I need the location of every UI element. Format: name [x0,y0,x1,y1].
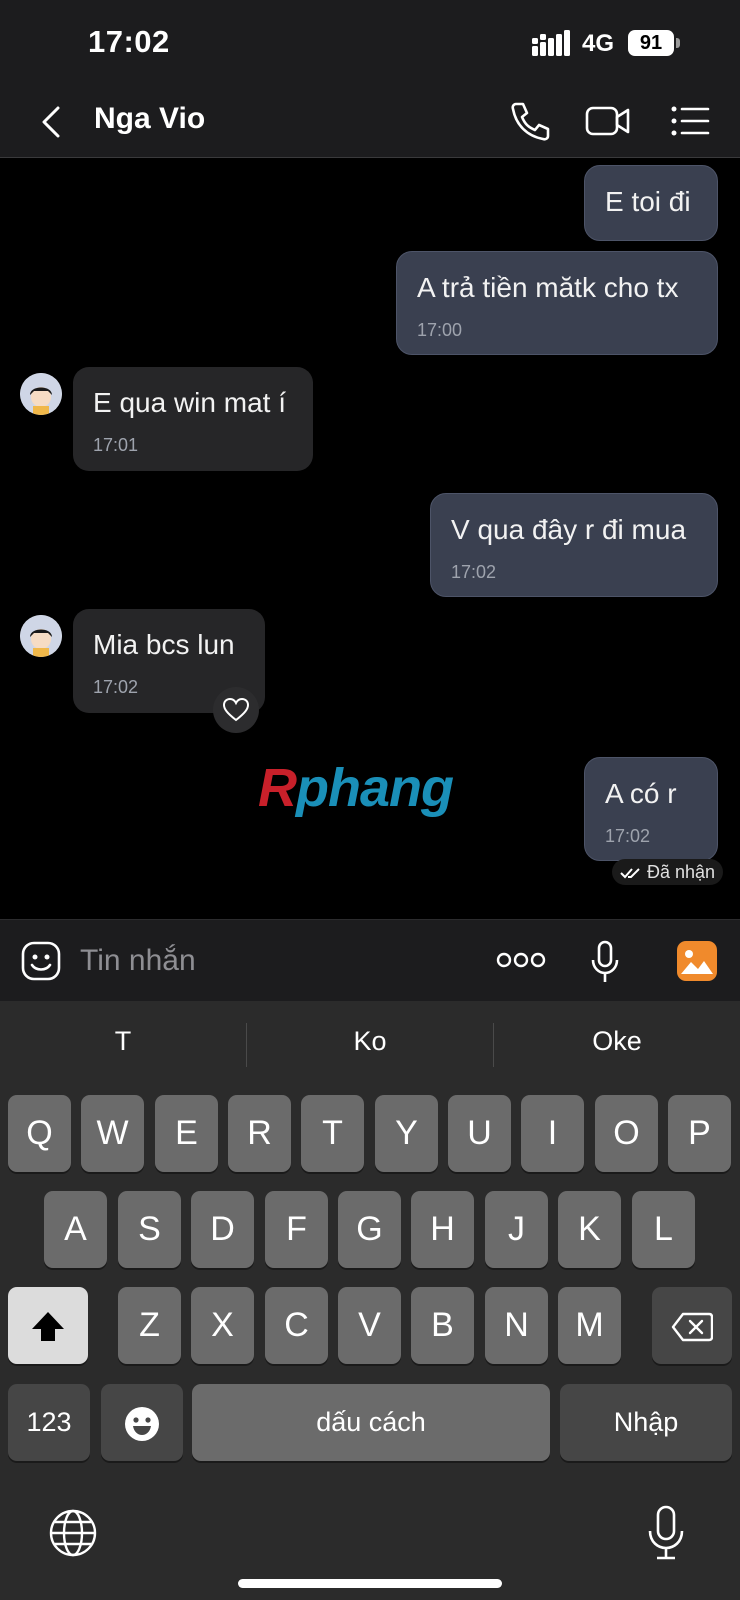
contact-name[interactable]: Nga Vio [94,102,205,136]
key-a[interactable]: A [44,1191,107,1268]
home-indicator[interactable] [238,1579,502,1588]
battery-indicator: 91 [628,30,674,56]
key-h[interactable]: H [411,1191,474,1268]
avatar-icon [20,615,62,657]
chat-area[interactable]: E toi đi A trả tiền mătk cho tx 17:00 E … [0,159,740,919]
menu-icon[interactable] [666,98,714,144]
message-bubble-outgoing[interactable]: A có r 17:02 [584,757,718,861]
dictation-icon[interactable] [646,1505,686,1561]
shift-arrow-icon [32,1312,64,1342]
key-e[interactable]: E [155,1095,218,1172]
key-m[interactable]: M [558,1287,621,1364]
message-text: E qua win mat í [93,387,286,418]
message-time: 17:00 [417,320,463,340]
phone-icon[interactable] [506,98,554,144]
contact-avatar[interactable] [20,615,62,657]
message-bubble-outgoing[interactable]: E toi đi [584,165,718,241]
message-text: V qua đây r đi mua [451,514,687,545]
key-j[interactable]: J [485,1191,548,1268]
return-key[interactable]: Nhập [560,1384,732,1461]
key-c[interactable]: C [265,1287,328,1364]
message-text: E toi đi [605,186,691,217]
status-bar: 17:02 4G 91 [0,0,740,88]
message-bubble-outgoing[interactable]: A trả tiền mătk cho tx 17:00 [396,251,718,355]
message-time: 17:02 [605,826,651,846]
emoji-icon [125,1407,159,1442]
space-key[interactable]: dấu cách [192,1384,550,1461]
backspace-icon [671,1312,714,1342]
network-type: 4G [582,30,615,57]
key-d[interactable]: D [191,1191,254,1268]
key-w[interactable]: W [81,1095,144,1172]
status-time: 17:02 [88,24,170,59]
delivered-status: Đã nhận [612,859,724,885]
key-t[interactable]: T [301,1095,364,1172]
video-call-icon[interactable] [584,98,632,144]
message-text: A có r [605,778,677,809]
sticker-icon[interactable] [20,940,62,982]
avatar-icon [20,373,62,415]
key-p[interactable]: P [668,1095,731,1172]
key-i[interactable]: I [521,1095,584,1172]
microphone-icon[interactable] [590,940,620,984]
cellular-signal-icon [532,30,570,56]
key-u[interactable]: U [448,1095,511,1172]
key-f[interactable]: F [265,1191,328,1268]
shift-key[interactable] [8,1287,88,1364]
message-time: 17:02 [93,677,139,697]
heart-icon [222,697,250,722]
message-text: A trả tiền mătk cho tx [417,272,679,303]
backspace-key[interactable] [652,1287,732,1364]
key-n[interactable]: N [485,1287,548,1364]
double-check-icon [620,868,640,879]
more-icon[interactable] [496,950,546,970]
key-b[interactable]: B [411,1287,474,1364]
globe-icon[interactable] [48,1508,98,1558]
message-composer [0,919,740,1001]
delivered-label: Đã nhận [647,862,716,882]
keyboard: T Ko Oke Q W E R T Y U I O P A S D F G H… [0,1001,740,1600]
key-r[interactable]: R [228,1095,291,1172]
contact-avatar[interactable] [20,373,62,415]
chat-header: Nga Vio [0,88,740,158]
key-z[interactable]: Z [118,1287,181,1364]
key-y[interactable]: Y [375,1095,438,1172]
message-bubble-incoming[interactable]: E qua win mat í 17:01 [73,367,313,471]
message-input[interactable] [80,938,460,984]
key-x[interactable]: X [191,1287,254,1364]
image-icon[interactable] [676,940,718,982]
watermark-logo: Rphang [258,758,454,818]
message-bubble-outgoing[interactable]: V qua đây r đi mua 17:02 [430,493,718,597]
key-o[interactable]: O [595,1095,658,1172]
battery-tip [676,38,680,48]
message-time: 17:02 [451,562,497,582]
suggestion-1[interactable]: T [0,1017,246,1065]
suggestion-3[interactable]: Oke [494,1017,740,1065]
key-g[interactable]: G [338,1191,401,1268]
key-l[interactable]: L [632,1191,695,1268]
key-s[interactable]: S [118,1191,181,1268]
key-v[interactable]: V [338,1287,401,1364]
message-text: Mia bcs lun [93,629,235,660]
key-k[interactable]: K [558,1191,621,1268]
emoji-key[interactable] [101,1384,183,1461]
reaction-button[interactable] [213,687,259,733]
key-q[interactable]: Q [8,1095,71,1172]
message-time: 17:01 [93,435,139,455]
suggestion-2[interactable]: Ko [247,1017,493,1065]
back-icon[interactable] [34,102,74,142]
numbers-key[interactable]: 123 [8,1384,90,1461]
